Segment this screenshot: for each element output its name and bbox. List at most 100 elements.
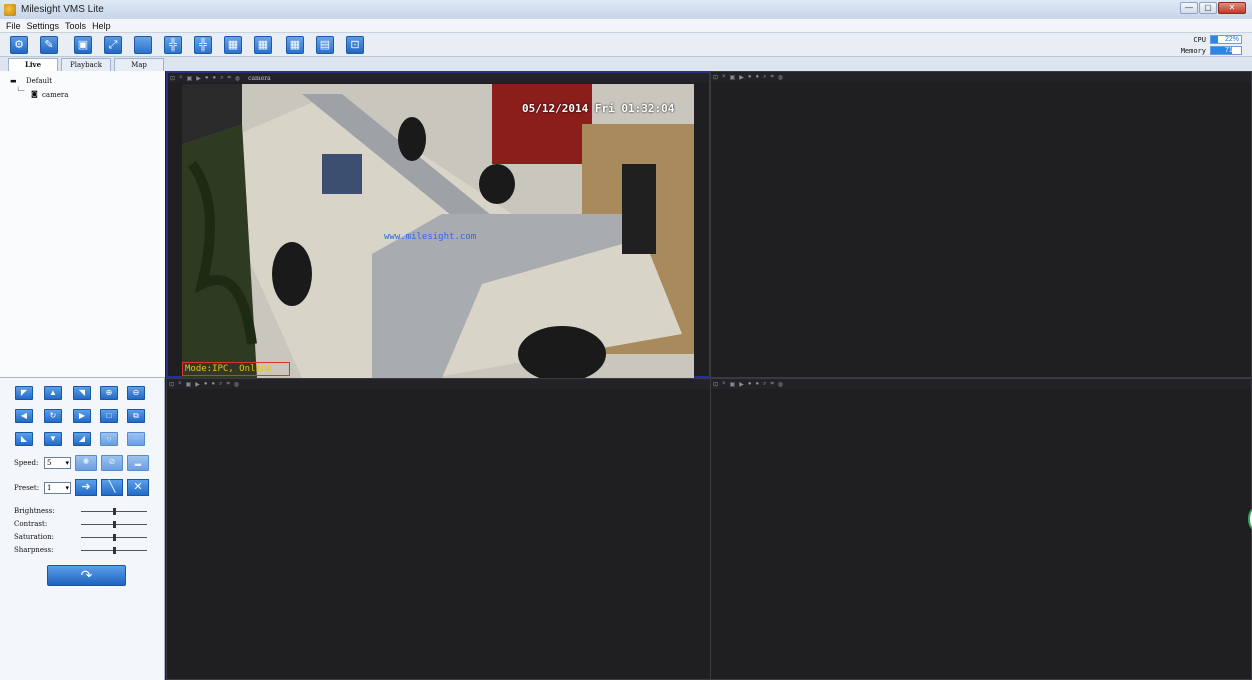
- pane-play-icon[interactable]: ▶: [739, 381, 744, 388]
- minimize-button[interactable]: —: [1180, 2, 1198, 14]
- edit-button[interactable]: ✎: [40, 36, 58, 54]
- pane-zoom-icon[interactable]: ⌕: [220, 75, 223, 82]
- pane-info-icon[interactable]: ◍: [235, 75, 240, 82]
- wiper-button[interactable]: ⊘: [101, 455, 123, 471]
- close-button[interactable]: ✕: [1218, 2, 1246, 14]
- pane-close-icon[interactable]: ×: [178, 381, 182, 387]
- pane-play-icon[interactable]: ▶: [739, 74, 744, 81]
- pane-rec-icon[interactable]: ⊡: [713, 381, 718, 388]
- pane-audio-icon[interactable]: ●: [205, 75, 209, 81]
- snapshot-button[interactable]: ▣: [74, 36, 92, 54]
- contrast-thumb[interactable]: [113, 521, 116, 528]
- video-pane-4[interactable]: ⊡ × ▣ ▶ ● ● ⌕ ⌗ ◍: [710, 378, 1252, 680]
- cpu-fill: [1211, 36, 1218, 43]
- tab-playback[interactable]: Playback: [61, 58, 111, 71]
- ptz-left-button[interactable]: ◀: [15, 409, 33, 423]
- pane-audio-icon[interactable]: ●: [204, 381, 208, 387]
- ptz-down-left-button[interactable]: ◣: [15, 432, 33, 446]
- pane-talk-icon[interactable]: ●: [211, 381, 215, 387]
- settings-button[interactable]: ⚙: [10, 36, 28, 54]
- video-pane-3[interactable]: ⊡ × ▣ ▶ ● ● ⌕ ⌗ ◍: [166, 378, 711, 680]
- ptz-auto-button[interactable]: ↻: [44, 409, 62, 423]
- brightness-slider[interactable]: [81, 508, 147, 515]
- contrast-slider[interactable]: [81, 521, 147, 528]
- pane-close-icon[interactable]: ×: [722, 381, 726, 387]
- menu-tools[interactable]: Tools: [65, 21, 86, 31]
- menu-file[interactable]: File: [6, 21, 21, 31]
- pane-grid-icon[interactable]: ⌗: [226, 381, 229, 388]
- pane-zoom-icon[interactable]: ⌕: [763, 381, 766, 388]
- zoom-in-button[interactable]: ⊕: [100, 386, 118, 400]
- sharpness-thumb[interactable]: [113, 547, 116, 554]
- menu-help[interactable]: Help: [92, 21, 111, 31]
- arrow-right-icon: ➜: [81, 481, 91, 493]
- fullscreen-button[interactable]: ⤢: [104, 36, 122, 54]
- pane-talk-icon[interactable]: ●: [212, 75, 216, 81]
- video-pane-1[interactable]: ⊡ × ▣ ▶ ● ● ⌕ ⌗ ◍ camera 05/12/2014 Fri …: [166, 71, 711, 378]
- brightness-thumb[interactable]: [113, 508, 116, 515]
- focus-far-button[interactable]: ⧉: [127, 409, 145, 423]
- lock-ptz-button[interactable]: ▂: [127, 455, 149, 471]
- pane-talk-icon[interactable]: ●: [755, 381, 759, 387]
- tab-live[interactable]: Live: [8, 58, 58, 71]
- pane-play-icon[interactable]: ▶: [196, 75, 201, 82]
- zoom-out-button[interactable]: ⊖: [127, 386, 145, 400]
- ptz-right-button[interactable]: ▶: [73, 409, 91, 423]
- cpu-stat: CPU 22%: [1172, 34, 1242, 45]
- pane-info-icon[interactable]: ◍: [778, 381, 783, 388]
- ptz-up-button[interactable]: ▲: [44, 386, 62, 400]
- tab-map[interactable]: Map: [114, 58, 164, 71]
- lock-button[interactable]: ⊡: [346, 36, 364, 54]
- ptz-up-right-button[interactable]: ◥: [73, 386, 91, 400]
- tree-item-default[interactable]: Default: [26, 77, 52, 85]
- pane-grid-icon[interactable]: ⌗: [770, 74, 773, 81]
- light-button[interactable]: ✺: [75, 455, 97, 471]
- pane-close-icon[interactable]: ×: [179, 75, 183, 81]
- sharpness-slider[interactable]: [81, 547, 147, 554]
- focus-near-button[interactable]: □: [100, 409, 118, 423]
- maximize-button[interactable]: ▢: [1199, 2, 1217, 14]
- pane-audio-icon[interactable]: ●: [748, 74, 752, 80]
- ptz-down-right-button[interactable]: ◢: [73, 432, 91, 446]
- pane-rec-icon[interactable]: ⊡: [169, 381, 174, 388]
- ptz-up-left-button[interactable]: ◤: [15, 386, 33, 400]
- reset-image-button[interactable]: ↷: [47, 565, 126, 586]
- page-layout-button[interactable]: ▤: [316, 36, 334, 54]
- pane-zoom-icon[interactable]: ⌕: [219, 381, 222, 388]
- pane-talk-icon[interactable]: ●: [755, 74, 759, 80]
- pane-play-icon[interactable]: ▶: [195, 381, 200, 388]
- pane-zoom-icon[interactable]: ⌕: [763, 74, 766, 81]
- menu-settings[interactable]: Settings: [27, 21, 60, 31]
- camera-feed[interactable]: 05/12/2014 Fri 01:32:04 www.milesight.co…: [182, 84, 694, 378]
- pane-info-icon[interactable]: ◍: [778, 74, 783, 81]
- pane-grid-icon[interactable]: ⌗: [770, 381, 773, 388]
- layout-9-button[interactable]: ▦: [224, 36, 242, 54]
- layout-16-button[interactable]: ▦: [286, 36, 304, 54]
- video-pane-2[interactable]: ⊡ × ▣ ▶ ● ● ⌕ ⌗ ◍: [710, 71, 1252, 378]
- layout-1-button[interactable]: [134, 36, 152, 54]
- saturation-slider[interactable]: [81, 534, 147, 541]
- layout-4-button[interactable]: ╬: [164, 36, 182, 54]
- delete-preset-button[interactable]: ✕: [127, 479, 149, 496]
- pane-close-icon[interactable]: ×: [722, 74, 726, 80]
- saturation-thumb[interactable]: [113, 534, 116, 541]
- pane-grid-icon[interactable]: ⌗: [227, 75, 230, 82]
- pane-snapshot-icon[interactable]: ▣: [730, 74, 736, 81]
- set-preset-button[interactable]: ╲: [101, 479, 123, 496]
- pane-snapshot-icon[interactable]: ▣: [186, 381, 192, 388]
- layout-13-button[interactable]: ▦: [254, 36, 272, 54]
- iris-open-button[interactable]: ○: [100, 432, 118, 446]
- iris-close-button[interactable]: ◌: [127, 432, 145, 446]
- pane-audio-icon[interactable]: ●: [748, 381, 752, 387]
- speed-select[interactable]: 5: [44, 457, 71, 469]
- pane-info-icon[interactable]: ◍: [234, 381, 239, 388]
- pane-snapshot-icon[interactable]: ▣: [730, 381, 736, 388]
- layout-6-button[interactable]: ╬: [194, 36, 212, 54]
- tree-item-camera[interactable]: camera: [42, 91, 68, 99]
- pane-rec-icon[interactable]: ⊡: [713, 74, 718, 81]
- ptz-down-button[interactable]: ▼: [44, 432, 62, 446]
- pane-rec-icon[interactable]: ⊡: [170, 75, 175, 82]
- goto-preset-button[interactable]: ➜: [75, 479, 97, 496]
- preset-select[interactable]: 1: [44, 482, 71, 494]
- pane-snapshot-icon[interactable]: ▣: [187, 75, 193, 82]
